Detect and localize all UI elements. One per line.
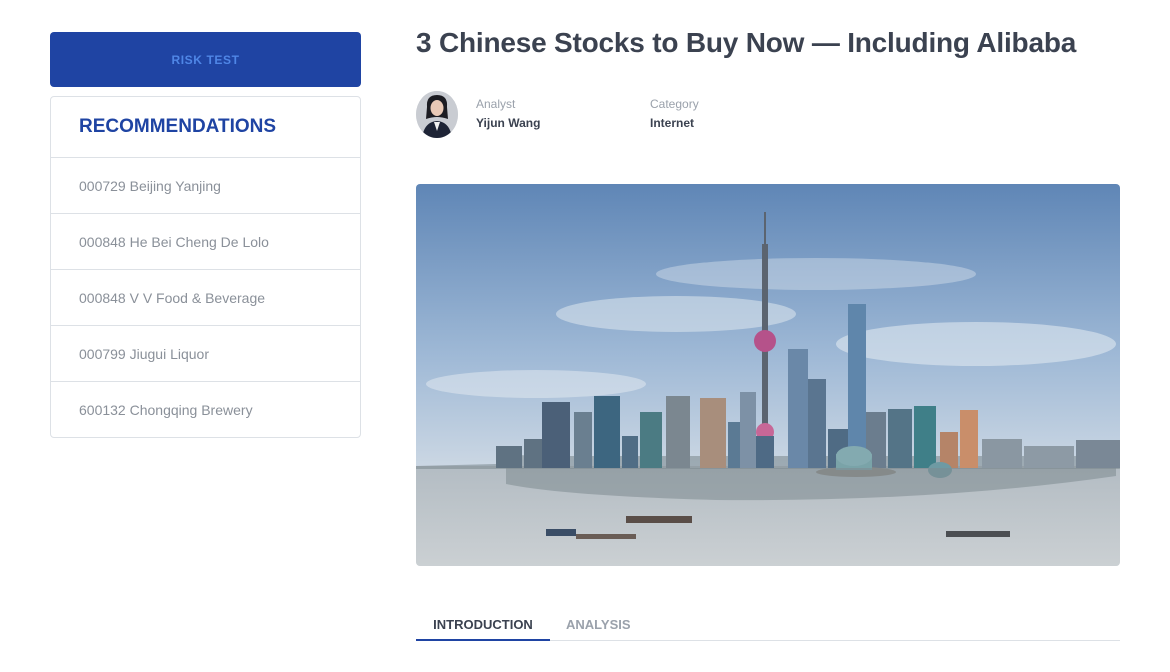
article-tabs: INTRODUCTION ANALYSIS: [416, 614, 1120, 641]
analyst-avatar-icon: [416, 91, 458, 138]
sidebar: RISK TEST RECOMMENDATIONS 000729 Beijing…: [50, 32, 361, 438]
recommendation-item[interactable]: 600132 Chongqing Brewery: [51, 382, 360, 437]
category-label: Category: [650, 97, 699, 111]
article-title: 3 Chinese Stocks to Buy Now — Including …: [416, 27, 1077, 58]
category-block: Category Internet: [650, 96, 699, 132]
article-meta: Analyst Yijun Wang Category Internet: [416, 90, 1120, 140]
analyst-avatar: [416, 91, 458, 138]
tab-analysis[interactable]: ANALYSIS: [566, 614, 631, 641]
article-main: 3 Chinese Stocks to Buy Now — Including …: [416, 24, 1120, 641]
analyst-block: Analyst Yijun Wang: [476, 96, 540, 132]
analyst-label: Analyst: [476, 97, 516, 111]
analyst-name[interactable]: Yijun Wang: [476, 114, 540, 132]
recommendation-item[interactable]: 000848 V V Food & Beverage: [51, 270, 360, 326]
shanghai-skyline-image: [416, 184, 1120, 566]
recommendations-panel: RECOMMENDATIONS 000729 Beijing Yanjing 0…: [50, 96, 361, 438]
risk-test-button[interactable]: RISK TEST: [50, 32, 361, 87]
category-value[interactable]: Internet: [650, 114, 699, 132]
tab-introduction[interactable]: INTRODUCTION: [416, 614, 550, 641]
recommendation-item[interactable]: 000729 Beijing Yanjing: [51, 158, 360, 214]
recommendation-item[interactable]: 000848 He Bei Cheng De Lolo: [51, 214, 360, 270]
recommendations-title: RECOMMENDATIONS: [51, 97, 360, 158]
hero-image: [416, 184, 1120, 566]
recommendation-item[interactable]: 000799 Jiugui Liquor: [51, 326, 360, 382]
